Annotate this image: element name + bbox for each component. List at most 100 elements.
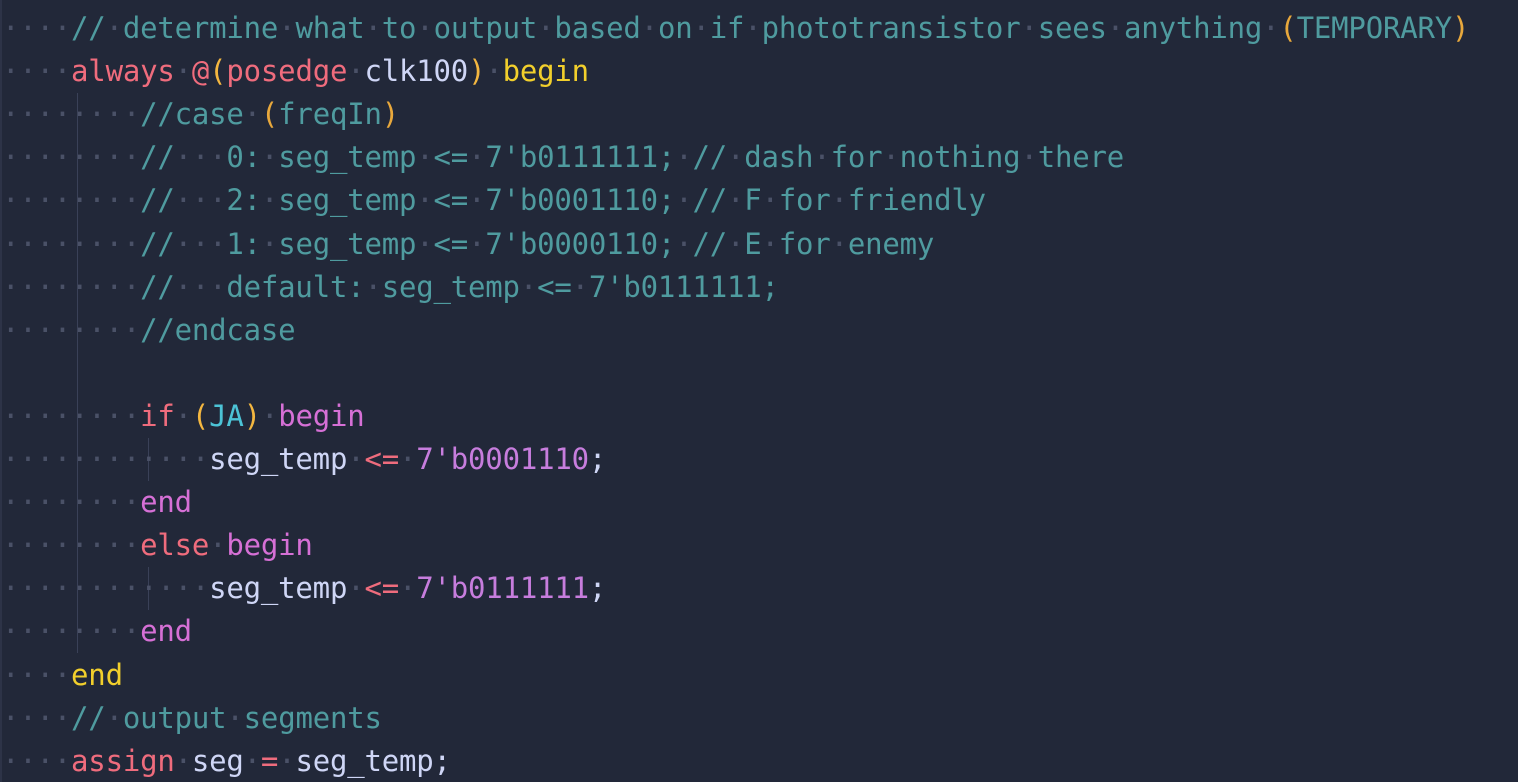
token-paren: ) [468, 54, 486, 89]
token-comment: output [433, 11, 538, 45]
token-number: 7'b0001110 [416, 442, 589, 476]
token-keyword: <= [364, 442, 399, 476]
whitespace-marker: · [347, 54, 365, 89]
code-line[interactable]: ············seg_temp·<=·7'b0111111; [2, 567, 606, 610]
indent-whitespace: ········ [2, 226, 141, 261]
whitespace-marker: · [260, 226, 279, 261]
token-identifier: seg_temp [209, 442, 348, 476]
indent-whitespace: ········ [2, 312, 141, 347]
token-comment: <= [433, 183, 469, 218]
token-paren: ( [191, 398, 210, 433]
token-comment: output [122, 700, 227, 735]
token-comment: friendly [847, 183, 986, 218]
code-line[interactable]: ········//endcase [2, 309, 296, 352]
token-comment: dash [744, 140, 814, 175]
token-comment: // [71, 700, 106, 735]
whitespace-marker: · [226, 700, 244, 735]
indent-whitespace: ···· [2, 11, 72, 45]
token-comment: 7'b0001110; [485, 183, 676, 218]
token-keyword: = [260, 743, 279, 778]
indent-whitespace: ········ [2, 614, 141, 649]
token-comment: 7'b0111111; [485, 140, 676, 175]
whitespace-marker: · [260, 140, 279, 175]
whitespace-marker: · [174, 54, 192, 89]
code-line[interactable]: ········//···0:·seg_temp·<=·7'b0111111;·… [2, 136, 1124, 179]
indent-whitespace: ········ [2, 97, 141, 132]
whitespace-marker: · [416, 11, 434, 45]
whitespace-marker: · [105, 700, 123, 735]
token-begin_end: end [140, 485, 192, 520]
token-comment: for [778, 183, 831, 218]
token-keyword: @ [191, 54, 210, 89]
token-comment: 2: [226, 183, 261, 218]
code-line[interactable]: ········//···2:·seg_temp·<=·7'b0001110;·… [2, 179, 986, 222]
token-punct: ; [588, 442, 607, 476]
code-line[interactable]: ········else·begin [2, 524, 313, 567]
token-keyword: if [140, 398, 175, 433]
token-comment: sees [1037, 11, 1107, 45]
token-identifier: seg [191, 743, 244, 778]
token-keyword: always [71, 54, 175, 89]
code-line[interactable]: ········//···1:·seg_temp·<=·7'b0000110;·… [2, 223, 934, 266]
token-comment: <= [537, 269, 572, 304]
whitespace-marker: · [399, 571, 417, 606]
token-identifier: seg_temp [295, 743, 434, 778]
whitespace-marker: ··· [174, 226, 227, 261]
whitespace-marker: · [468, 226, 486, 261]
token-comment: seg_temp [278, 140, 417, 175]
code-line[interactable]: ····end [2, 654, 123, 697]
code-line[interactable]: ········end [2, 481, 192, 524]
code-line[interactable]: ············seg_temp·<=·7'b0001110; [2, 438, 606, 481]
token-comment: 1: [226, 226, 261, 261]
code-line[interactable]: ····assign·seg·=·seg_temp; [2, 740, 451, 782]
token-comment: if [709, 11, 745, 45]
whitespace-marker: · [571, 269, 589, 304]
code-line[interactable]: ········//case·(freqIn) [2, 93, 399, 136]
whitespace-marker: · [1020, 140, 1038, 175]
whitespace-marker: · [692, 11, 710, 45]
whitespace-marker: · [347, 442, 365, 476]
whitespace-marker: · [468, 183, 486, 218]
token-keyword: assign [71, 743, 175, 778]
token-comment: on [657, 11, 693, 45]
whitespace-marker: · [278, 743, 296, 778]
whitespace-marker: · [105, 11, 123, 45]
token-comment: // [71, 11, 106, 45]
token-comment: // [140, 226, 175, 261]
token-comment: // [692, 226, 727, 261]
token-begin_end: begin [226, 528, 313, 563]
token-begin_top: end [71, 657, 123, 692]
whitespace-marker: · [260, 398, 279, 433]
whitespace-marker: · [830, 226, 848, 261]
code-line[interactable]: ········end [2, 610, 192, 653]
token-comment: enemy [847, 226, 935, 261]
code-editor[interactable]: ····//·determine·what·to·output·based·on… [0, 0, 1518, 782]
token-begin_top: begin [502, 54, 590, 89]
indent-whitespace: ············ [2, 442, 210, 476]
token-comment_paren: ( [1279, 11, 1297, 45]
indent-whitespace: ············ [2, 571, 210, 606]
token-comment: 7'b0111111; [588, 269, 779, 304]
code-line[interactable]: ········if·(JA)·begin [2, 395, 365, 438]
code-line[interactable]: ····always·@(posedge·clk100)·begin [2, 50, 589, 93]
token-comment_paren: ) [1452, 11, 1470, 45]
token-begin_end: begin [278, 398, 365, 433]
whitespace-marker: · [882, 140, 900, 175]
whitespace-marker: · [675, 140, 693, 175]
token-comment: //case [140, 97, 244, 132]
code-line[interactable]: ····//·output·segments [2, 697, 382, 740]
whitespace-marker: · [278, 11, 296, 45]
whitespace-marker: · [364, 11, 382, 45]
whitespace-marker: · [519, 269, 538, 304]
whitespace-marker: · [174, 743, 192, 778]
code-line[interactable]: ····//·determine·what·to·output·based·on… [2, 7, 1469, 50]
token-comment: seg_temp [278, 226, 417, 261]
whitespace-marker: · [726, 140, 745, 175]
token-identifier: seg_temp [209, 571, 348, 606]
token-comment: // [140, 140, 175, 175]
whitespace-marker: · [537, 11, 555, 45]
token-comment: TEMPORARY [1296, 11, 1453, 45]
whitespace-marker: · [347, 571, 365, 606]
code-line[interactable]: ········//···default:·seg_temp·<=·7'b011… [2, 266, 779, 309]
whitespace-marker: · [726, 183, 745, 218]
